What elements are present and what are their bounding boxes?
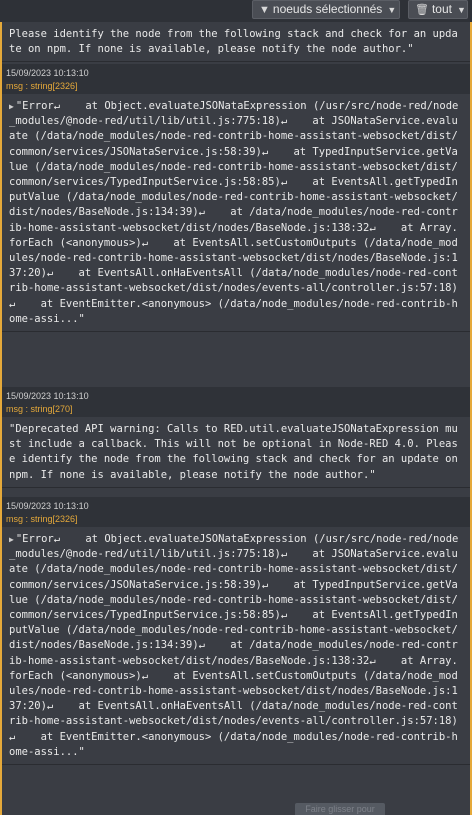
filter-label: noeuds sélectionnés [272,2,383,16]
trash-icon: 🗑 [415,4,429,16]
drag-tooltip: Faire glisser pour [295,803,385,815]
message-body[interactable]: "Deprecated API warning: Calls to RED.ut… [2,417,470,487]
filter-icon: ▼ [259,4,270,16]
debug-message: 15/09/2023 10:13:10 msg : string[270] "D… [2,387,470,488]
message-meta: 15/09/2023 10:13:10 msg : string[2326] [2,64,470,94]
message-body[interactable]: Please identify the node from the follow… [2,22,470,62]
message-meta: 15/09/2023 10:13:10 msg : string[270] [2,387,470,417]
clear-label: tout [431,2,452,16]
debug-message: 15/09/2023 10:13:10 msg : string[2326] ▶… [2,497,470,766]
message-timestamp: 15/09/2023 10:13:10 [6,68,89,78]
debug-toolbar: ▼ noeuds sélectionnés ▼ 🗑 tout ▼ [0,0,472,22]
message-source[interactable]: msg : string[270] [6,404,466,415]
message-value: "Error↵ at Object.evaluateJSONataExpress… [9,533,459,758]
clear-all-button[interactable]: 🗑 tout ▼ [408,0,468,19]
message-value: "Error↵ at Object.evaluateJSONataExpress… [9,100,459,325]
debug-message: 15/09/2023 10:13:10 msg : string[2326] ▶… [2,64,470,333]
message-meta: 15/09/2023 10:13:10 msg : string[2326] [2,497,470,527]
expand-triangle-icon[interactable]: ▶ [9,535,14,544]
debug-message: Please identify the node from the follow… [2,22,470,63]
expand-triangle-icon[interactable]: ▶ [9,102,14,111]
message-timestamp: 15/09/2023 10:13:10 [6,501,89,511]
chevron-down-icon: ▼ [456,5,466,15]
message-source[interactable]: msg : string[2326] [6,81,466,92]
message-timestamp: 15/09/2023 10:13:10 [6,391,89,401]
debug-message-list[interactable]: Please identify the node from the follow… [0,0,472,815]
message-body[interactable]: ▶ "Error↵ at Object.evaluateJSONataExpres… [2,94,470,332]
chevron-down-icon: ▼ [387,5,397,15]
filter-nodes-button[interactable]: ▼ noeuds sélectionnés ▼ [252,0,400,19]
message-body[interactable]: ▶ "Error↵ at Object.evaluateJSONataExpres… [2,527,470,765]
message-source[interactable]: msg : string[2326] [6,514,466,525]
sidebar-edge [0,0,2,815]
